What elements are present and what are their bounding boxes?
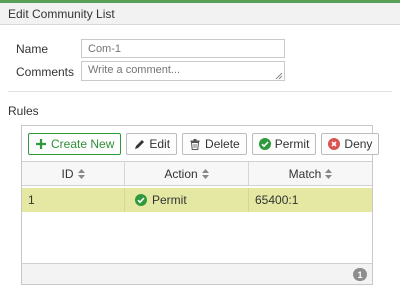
column-header-match[interactable]: Match bbox=[249, 162, 372, 185]
table-row[interactable]: 1 Permit 65400:1 bbox=[22, 188, 372, 212]
row-count-badge: 1 bbox=[353, 268, 367, 281]
sort-icon bbox=[201, 168, 209, 179]
row-id-cell: 1 bbox=[22, 188, 125, 212]
resize-grip-icon[interactable] bbox=[275, 72, 283, 80]
section-divider bbox=[8, 91, 392, 92]
sort-icon bbox=[325, 168, 333, 179]
create-new-label: Create New bbox=[51, 137, 115, 151]
table-header: ID Action Match bbox=[22, 161, 372, 186]
pencil-icon bbox=[133, 138, 145, 150]
edit-button[interactable]: Edit bbox=[126, 133, 178, 155]
column-header-id-label: ID bbox=[61, 166, 74, 181]
x-circle-icon bbox=[328, 138, 341, 150]
dialog-header: Edit Community List bbox=[0, 3, 400, 25]
rules-table: Create New Edit Delete Permit Deny ID Ac… bbox=[21, 125, 380, 285]
check-circle-icon bbox=[258, 138, 271, 150]
dialog-title: Edit Community List bbox=[8, 7, 115, 21]
comments-label: Comments bbox=[16, 65, 75, 79]
name-input[interactable] bbox=[81, 39, 285, 58]
row-action-cell: Permit bbox=[125, 188, 249, 212]
table-footer: 1 bbox=[22, 263, 372, 284]
column-header-id[interactable]: ID bbox=[22, 162, 125, 185]
create-new-button[interactable]: Create New bbox=[28, 133, 122, 155]
comments-field[interactable] bbox=[81, 61, 285, 81]
column-header-match-label: Match bbox=[288, 166, 322, 181]
permit-label: Permit bbox=[274, 137, 310, 151]
permit-button[interactable]: Permit bbox=[251, 133, 317, 155]
delete-button[interactable]: Delete bbox=[182, 133, 247, 155]
deny-label: Deny bbox=[344, 137, 373, 151]
edit-label: Edit bbox=[149, 137, 171, 151]
rules-section-label: Rules bbox=[8, 104, 39, 118]
plus-icon bbox=[35, 138, 47, 150]
row-action-label: Permit bbox=[152, 193, 187, 207]
delete-label: Delete bbox=[205, 137, 240, 151]
column-header-action-label: Action bbox=[164, 166, 198, 181]
name-label: Name bbox=[16, 42, 49, 56]
deny-button[interactable]: Deny bbox=[321, 133, 380, 155]
sort-icon bbox=[77, 168, 85, 179]
trash-icon bbox=[189, 138, 201, 150]
column-header-action[interactable]: Action bbox=[125, 162, 249, 185]
rules-toolbar: Create New Edit Delete Permit Deny bbox=[28, 133, 380, 155]
row-match-cell: 65400:1 bbox=[255, 193, 299, 207]
check-circle-icon bbox=[135, 194, 147, 206]
